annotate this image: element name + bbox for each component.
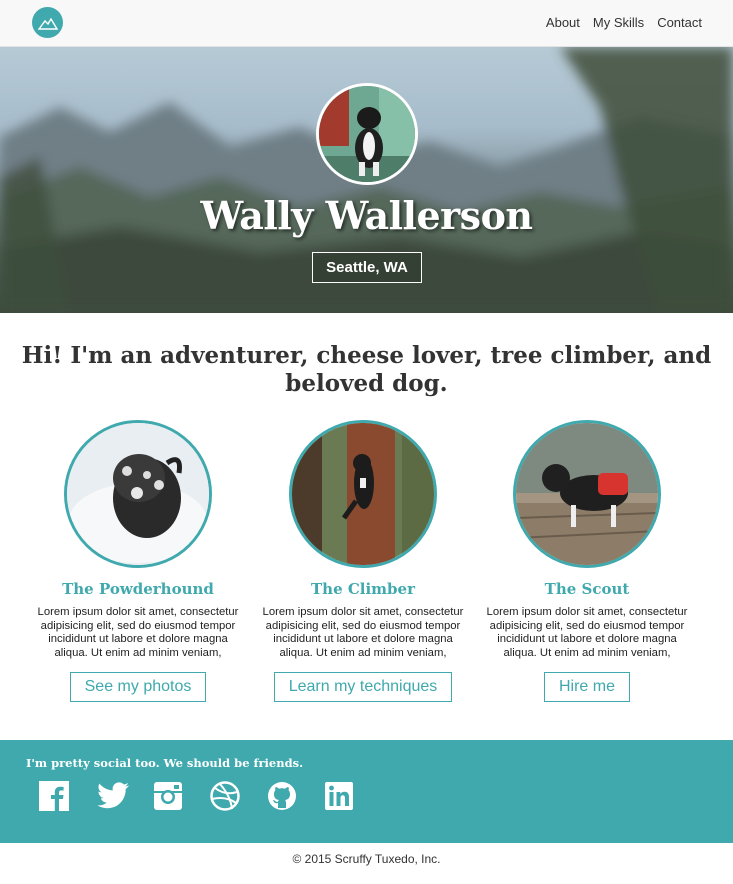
facebook-icon[interactable] — [38, 780, 70, 812]
feature-card-powderhound: The Powderhound Lorem ipsum dolor sit am… — [26, 420, 250, 702]
hire-me-button[interactable]: Hire me — [543, 672, 630, 702]
nav-about-link[interactable]: About — [546, 15, 580, 30]
linkedin-icon[interactable] — [323, 780, 355, 812]
intro-headline: Hi! I'm an adventurer, cheese lover, tre… — [21, 342, 712, 397]
nav-skills-link[interactable]: My Skills — [593, 15, 644, 30]
mountain-logo-icon[interactable] — [32, 7, 63, 38]
hero-banner: Wally Wallerson Seattle, WA — [0, 47, 733, 313]
feature-card-climber: The Climber Lorem ipsum dolor sit amet, … — [251, 420, 475, 702]
footer-copyright: © 2015 Scruffy Tuxedo, Inc. — [292, 852, 441, 866]
top-navbar: About My Skills Contact — [0, 0, 733, 47]
main-nav: About My Skills Contact — [546, 15, 702, 30]
github-icon[interactable] — [266, 780, 298, 812]
profile-avatar — [316, 83, 418, 185]
social-message: I'm pretty social too. We should be frie… — [26, 756, 304, 770]
twitter-icon[interactable] — [95, 780, 129, 812]
nav-contact-link[interactable]: Contact — [657, 15, 702, 30]
feature-description: Lorem ipsum dolor sit amet, consectetur … — [262, 606, 464, 659]
climber-photo — [289, 420, 437, 568]
feature-card-scout: The Scout Lorem ipsum dolor sit amet, co… — [475, 420, 699, 702]
scout-photo — [513, 420, 661, 568]
feature-title: The Climber — [311, 580, 415, 598]
dribbble-icon[interactable] — [209, 780, 241, 812]
feature-title: The Scout — [544, 580, 630, 598]
feature-description: Lorem ipsum dolor sit amet, consectetur … — [37, 606, 239, 659]
location-badge: Seattle, WA — [312, 252, 422, 283]
see-photos-button[interactable]: See my photos — [69, 672, 207, 702]
feature-description: Lorem ipsum dolor sit amet, consectetur … — [486, 606, 688, 659]
instagram-icon[interactable] — [152, 780, 184, 812]
powderhound-photo — [64, 420, 212, 568]
learn-techniques-button[interactable]: Learn my techniques — [273, 672, 453, 702]
profile-name: Wally Wallerson — [200, 193, 533, 238]
feature-title: The Powderhound — [62, 580, 214, 598]
social-icons — [38, 780, 355, 812]
social-section: I'm pretty social too. We should be frie… — [0, 740, 733, 843]
